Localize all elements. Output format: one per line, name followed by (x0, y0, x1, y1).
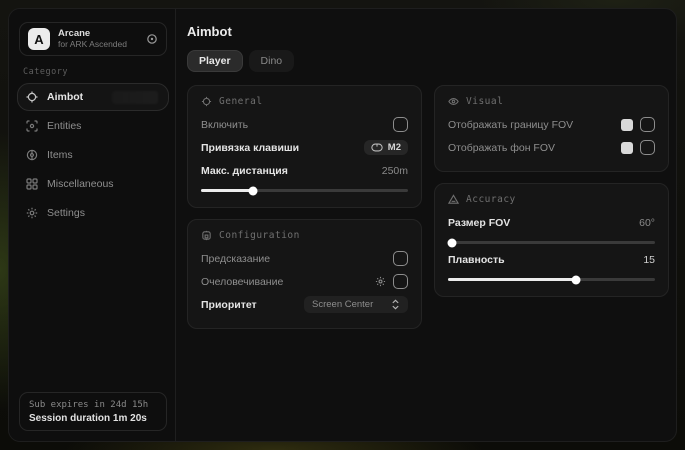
enable-label: Включить (201, 119, 248, 131)
sidebar-item-label: Entities (47, 120, 81, 132)
mouse-icon (371, 143, 383, 152)
tab-bar: Player Dino (187, 50, 669, 72)
fov-border-color-swatch[interactable] (621, 119, 633, 131)
keybind-label: Привязка клавиши (201, 142, 299, 154)
session-card: Sub expires in 24d 15h Session duration … (19, 392, 167, 431)
gear-icon (26, 207, 38, 219)
max-distance-slider[interactable] (201, 189, 408, 192)
smoothness-slider[interactable] (448, 278, 655, 281)
scan-icon (26, 120, 38, 132)
chevron-up-down-icon (391, 299, 400, 310)
sub-expires-text: Sub expires in 24d 15h (29, 400, 157, 410)
main-panel: Aimbot Player Dino General (176, 9, 677, 441)
enable-checkbox[interactable] (393, 117, 408, 132)
card-title: Configuration (219, 230, 300, 241)
accuracy-icon (448, 194, 459, 205)
fov-size-slider[interactable] (448, 241, 655, 244)
card-title: Visual (466, 96, 503, 107)
category-label: Category (23, 67, 175, 77)
brand-card: A Arcane for ARK Ascended (19, 22, 167, 56)
prediction-label: Предсказание (201, 253, 270, 265)
slider-thumb[interactable] (572, 275, 581, 284)
fov-border-checkbox[interactable] (640, 117, 655, 132)
tab-player[interactable]: Player (187, 50, 243, 72)
crosshair-icon (26, 91, 38, 103)
slider-thumb[interactable] (448, 238, 457, 247)
session-duration-text: Session duration 1m 20s (29, 413, 157, 424)
max-distance-value: 250m (382, 165, 408, 177)
sidebar-item-settings[interactable]: Settings (17, 199, 169, 227)
fov-background-checkbox[interactable] (640, 140, 655, 155)
fov-border-label: Отображать границу FOV (448, 119, 573, 131)
app-window: A Arcane for ARK Ascended Category Aimbo… (8, 8, 677, 442)
card-title: General (219, 96, 263, 107)
fov-size-value: 60° (639, 217, 655, 229)
accuracy-card: Accuracy Размер FOV 60° Плавность 15 (434, 183, 669, 297)
fov-size-label: Размер FOV (448, 217, 510, 229)
max-distance-label: Макс. дистанция (201, 165, 288, 177)
visual-card: Visual Отображать границу FOV Отображать… (434, 85, 669, 172)
sidebar: A Arcane for ARK Ascended Category Aimbo… (9, 9, 176, 441)
keybind-button[interactable]: M2 (364, 140, 408, 155)
sidebar-item-entities[interactable]: Entities (17, 112, 169, 140)
priority-dropdown[interactable]: Screen Center (304, 296, 408, 313)
humanization-label: Очеловечивание (201, 276, 283, 288)
card-title: Accuracy (466, 194, 516, 205)
package-icon (26, 149, 38, 161)
prediction-checkbox[interactable] (393, 251, 408, 266)
humanization-checkbox[interactable] (393, 274, 408, 289)
fov-background-label: Отображать фон FOV (448, 142, 555, 154)
general-icon (201, 96, 212, 107)
sidebar-nav: Aimbot Entities Items (9, 83, 175, 227)
configuration-card: Configuration Предсказание Очеловечивани… (187, 219, 422, 329)
slider-thumb[interactable] (248, 186, 257, 195)
general-card: General Включить Привязка клавиши (187, 85, 422, 208)
grid-icon (26, 178, 38, 190)
brand-name: Arcane (58, 29, 138, 40)
smoothness-label: Плавность (448, 254, 505, 266)
sidebar-item-miscellaneous[interactable]: Miscellaneous (17, 170, 169, 198)
sidebar-item-aimbot[interactable]: Aimbot (17, 83, 169, 111)
priority-value: Screen Center (312, 299, 373, 310)
ghost-watermark (112, 91, 158, 104)
priority-label: Приоритет (201, 299, 257, 311)
brand-logo: A (28, 28, 50, 50)
sidebar-item-items[interactable]: Items (17, 141, 169, 169)
sidebar-item-label: Aimbot (47, 91, 83, 103)
smoothness-value: 15 (643, 254, 655, 266)
visual-icon (448, 96, 459, 107)
fov-background-color-swatch[interactable] (621, 142, 633, 154)
tab-dino[interactable]: Dino (249, 50, 295, 72)
sidebar-item-label: Settings (47, 207, 85, 219)
sidebar-item-label: Miscellaneous (47, 178, 114, 190)
humanization-settings-icon[interactable] (375, 276, 386, 287)
brand-subtitle: for ARK Ascended (58, 40, 138, 50)
configuration-icon (201, 230, 212, 241)
page-title: Aimbot (187, 24, 669, 39)
target-icon[interactable] (146, 33, 158, 45)
keybind-value: M2 (388, 142, 401, 153)
sidebar-item-label: Items (47, 149, 73, 161)
